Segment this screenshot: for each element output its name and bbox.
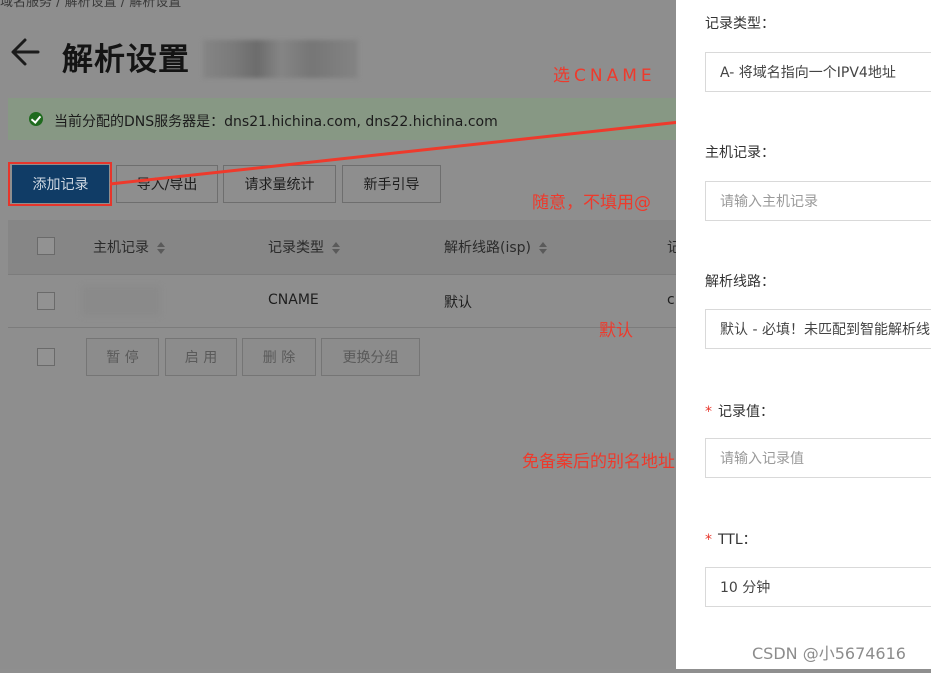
- resolution-line-label: 解析线路：: [705, 274, 775, 290]
- record-type-select[interactable]: A- 将域名指向一个IPV4地址: [705, 52, 931, 92]
- sort-icon[interactable]: [332, 242, 340, 254]
- check-circle-icon: [29, 112, 43, 126]
- resolution-line-select[interactable]: 默认 - 必填！未匹配到智能解析线: [705, 309, 931, 349]
- sort-icon[interactable]: [157, 242, 165, 254]
- beginner-guide-button[interactable]: 新手引导: [342, 165, 441, 203]
- batch-select-checkbox[interactable]: [37, 348, 55, 366]
- row-divider: [8, 327, 676, 328]
- record-value-label: * 记录值：: [705, 401, 774, 421]
- change-group-button[interactable]: 更换分组: [321, 338, 420, 376]
- add-record-highlight: [8, 162, 112, 206]
- record-type-label: 记录类型：: [705, 16, 775, 32]
- host-record-input[interactable]: 请输入主机记录: [705, 181, 931, 221]
- column-header-type[interactable]: 记录类型: [268, 237, 340, 257]
- annotation-host: 随意，不填用@: [532, 193, 651, 213]
- dns-notice-text: 当前分配的DNS服务器是：dns21.hichina.com, dns22.hi…: [54, 114, 498, 130]
- blurred-domain-name: [203, 40, 358, 78]
- required-mark: *: [705, 532, 712, 548]
- column-header-line-label: 解析线路(isp): [444, 240, 531, 256]
- import-export-button[interactable]: 导入/导出: [116, 165, 218, 203]
- ttl-select[interactable]: 10 分钟: [705, 567, 931, 607]
- record-value-label-text: 记录值：: [718, 404, 774, 420]
- select-all-checkbox[interactable]: [37, 237, 55, 255]
- annotation-cname: 选CNAME: [553, 66, 656, 86]
- page-title: 解析设置: [62, 42, 190, 78]
- row-record-type: CNAME: [268, 292, 319, 308]
- required-mark: *: [705, 404, 712, 420]
- back-arrow-icon[interactable]: [8, 32, 44, 72]
- blurred-host-record: [82, 286, 160, 316]
- watermark: CSDN @小5674616: [752, 644, 906, 663]
- ttl-label-text: TTL：: [718, 532, 757, 548]
- row-value: c: [667, 292, 675, 308]
- column-header-line[interactable]: 解析线路(isp): [444, 237, 547, 257]
- delete-button[interactable]: 删 除: [242, 338, 316, 376]
- column-header-host-label: 主机记录: [93, 240, 149, 256]
- row-line: 默认: [444, 295, 472, 311]
- column-header-type-label: 记录类型: [268, 240, 324, 256]
- request-stats-button[interactable]: 请求量统计: [223, 165, 336, 203]
- host-record-label: 主机记录：: [705, 145, 775, 161]
- annotation-alias: 免备案后的别名地址: [522, 452, 675, 472]
- breadcrumb: 域名服务 / 解析设置 / 解析设置: [0, 0, 182, 10]
- pause-button[interactable]: 暂 停: [86, 338, 159, 376]
- row-checkbox[interactable]: [37, 292, 55, 310]
- sort-icon[interactable]: [539, 242, 547, 254]
- enable-button[interactable]: 启 用: [165, 338, 237, 376]
- annotation-default: 默认: [599, 321, 633, 341]
- row-divider: [8, 274, 676, 275]
- column-header-host[interactable]: 主机记录: [93, 237, 165, 257]
- ttl-label: * TTL：: [705, 529, 757, 549]
- record-value-input[interactable]: 请输入记录值: [705, 438, 931, 478]
